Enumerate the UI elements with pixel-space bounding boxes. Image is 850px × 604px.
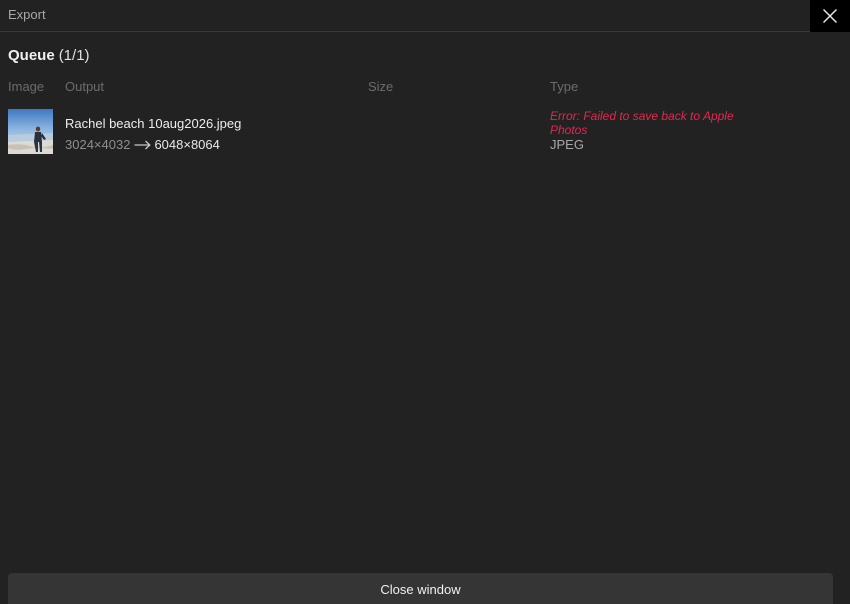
column-header-type: Type [550, 79, 579, 94]
column-header-size: Size [368, 79, 394, 94]
arrow-right-icon [134, 140, 152, 149]
close-icon [822, 8, 838, 24]
target-dimensions: 6048×8064 [154, 137, 220, 152]
queue-count: (1/1) [58, 47, 90, 64]
error-message: Error: Failed to save back to Apple Phot… [550, 109, 734, 137]
close-window-button[interactable]: Close window [8, 573, 833, 604]
output-filename: Rachel beach 10aug2026.jpeg [65, 116, 242, 131]
queue-heading: Queue (1/1) [8, 47, 90, 64]
column-header-output: Output [65, 79, 105, 94]
window-title: Export [8, 7, 46, 22]
image-thumbnail [8, 109, 53, 154]
title-bar: Export [0, 0, 850, 32]
column-header-image: Image [8, 79, 45, 94]
output-dimensions: 3024×4032 6048×8064 [65, 137, 220, 152]
export-window: Export Queue (1/1) Image Output Size Type [0, 0, 850, 604]
queue-title: Queue [8, 47, 55, 64]
file-type: JPEG [550, 137, 584, 152]
source-dimensions: 3024×4032 [65, 137, 131, 152]
close-window-x-button[interactable] [810, 0, 850, 32]
